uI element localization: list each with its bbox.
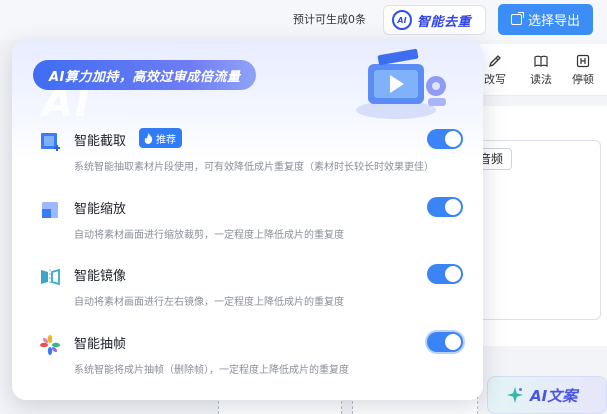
- smart-dedup-label: 智能去重: [417, 14, 472, 30]
- ai-copy-button[interactable]: AI文案: [487, 376, 607, 414]
- smart-dedup-popup: AI AI算力加持，高效过审成倍流量 智能截取 推荐 系统智能抽取素材片段使用，…: [12, 40, 483, 400]
- option-description: 系统智能将成片抽帧（删除帧），一定程度上降低成片的重复度: [74, 365, 349, 376]
- option-description: 自动将素材画面进行左右镜像，一定程度上降低成片的重复度: [74, 297, 344, 308]
- promo-banner: AI算力加持，高效过审成倍流量: [33, 60, 257, 90]
- sparkle-icon: [507, 387, 523, 403]
- ai-badge-icon: AI: [392, 10, 412, 30]
- toggle-knob: [445, 199, 461, 215]
- toggle-knob: [445, 266, 461, 282]
- export-icon: [510, 12, 524, 25]
- rewrite-label: 改写: [484, 73, 506, 86]
- toggle-knob: [445, 131, 461, 147]
- option-title: 智能截取: [74, 134, 127, 149]
- option-smart-frame-drop: 智能抽帧 系统智能将成片抽帧（删除帧），一定程度上降低成片的重复度: [12, 327, 483, 393]
- smart-zoom-toggle[interactable]: [427, 197, 463, 217]
- zoom-icon: [42, 202, 58, 218]
- pause-label: 停顿: [572, 73, 594, 86]
- recommend-badge: 推荐: [139, 128, 182, 148]
- crop-icon: [41, 133, 60, 151]
- smart-frame-drop-toggle[interactable]: [427, 332, 463, 352]
- pause-tool[interactable]: 停顿: [566, 54, 600, 87]
- toggle-knob: [445, 334, 461, 350]
- option-description: 系统智能抽取素材片段使用，可有效降低成片重复度（素材时长较长时效果更佳）: [74, 162, 434, 173]
- option-title: 智能缩放: [74, 202, 127, 217]
- frame-icon: [40, 335, 60, 355]
- pen-icon: [488, 55, 501, 68]
- top-bar: 预计可生成0条 AI 智能去重 选择导出: [0, 0, 607, 40]
- ai-copy-label: AI文案: [530, 386, 578, 405]
- book-icon: [534, 55, 548, 67]
- flame-icon: [144, 132, 153, 144]
- option-title: 智能镜像: [74, 269, 127, 284]
- rewrite-tool[interactable]: 改写: [478, 54, 512, 87]
- smart-dedup-button[interactable]: AI 智能去重: [383, 5, 486, 35]
- smart-mirror-toggle[interactable]: [427, 264, 463, 284]
- export-label: 选择导出: [527, 14, 580, 29]
- option-smart-zoom: 智能缩放 自动将素材画面进行缩放裁剪，一定程度上降低成片的重复度: [12, 192, 483, 258]
- mirror-icon: [41, 268, 60, 286]
- generation-count: 预计可生成0条: [293, 13, 366, 26]
- read-tool[interactable]: 读法: [524, 54, 558, 87]
- banner-text: AI算力加持，高效过审成倍流量: [49, 69, 241, 85]
- option-title: 智能抽帧: [74, 337, 127, 352]
- pause-box-icon: [576, 54, 590, 68]
- video-player-illustration-icon: [356, 48, 446, 119]
- recommend-label: 推荐: [156, 134, 176, 146]
- option-smart-crop: 智能截取 推荐 系统智能抽取素材片段使用，可有效降低成片重复度（素材时长较长时效…: [12, 124, 483, 190]
- option-smart-mirror: 智能镜像 自动将素材画面进行左右镜像，一定程度上降低成片的重复度: [12, 259, 483, 325]
- smart-crop-toggle[interactable]: [427, 129, 463, 149]
- export-button[interactable]: 选择导出: [498, 4, 593, 35]
- read-label: 读法: [530, 73, 552, 86]
- option-description: 自动将素材画面进行缩放裁剪，一定程度上降低成片的重复度: [74, 230, 344, 241]
